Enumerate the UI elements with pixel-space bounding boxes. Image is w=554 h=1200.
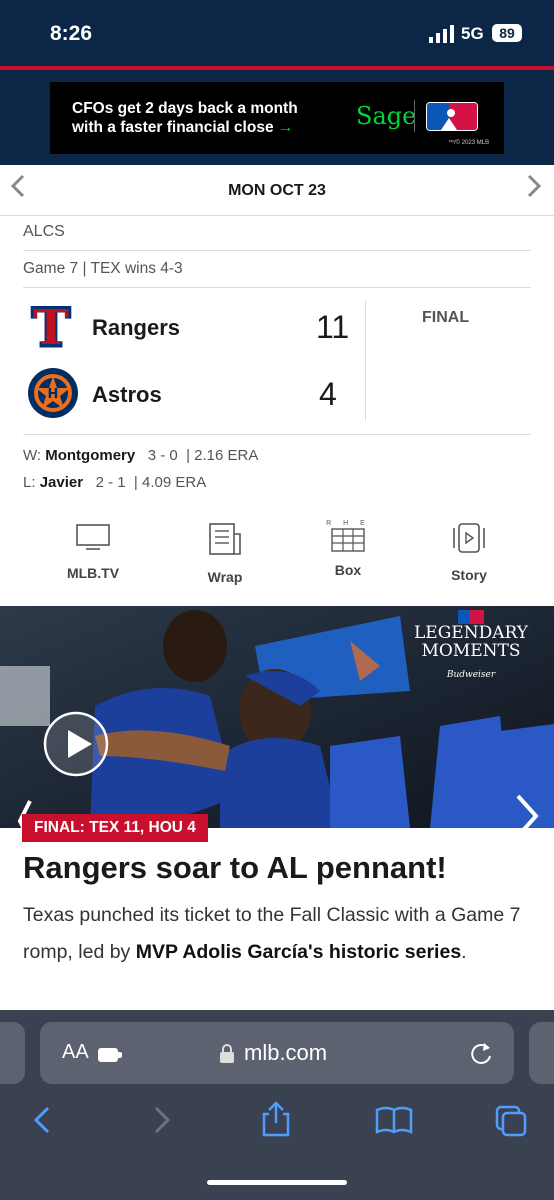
back-icon[interactable] bbox=[30, 1104, 54, 1136]
pitcher-prefix: W: bbox=[23, 447, 42, 464]
network-label: 5G bbox=[461, 24, 484, 43]
pitcher-record: 2 - 1 bbox=[95, 474, 126, 491]
share-icon[interactable] bbox=[260, 1100, 292, 1138]
tv-icon bbox=[76, 524, 110, 550]
final-score-badge: FINAL: TEX 11, HOU 4 bbox=[22, 814, 208, 842]
pitcher-name[interactable]: Javier bbox=[40, 474, 83, 491]
story-icon bbox=[453, 523, 485, 553]
box-score-icon bbox=[331, 528, 365, 552]
score-rangers: 11 bbox=[316, 309, 350, 345]
home-indicator bbox=[207, 1180, 347, 1185]
signal-icon bbox=[429, 25, 454, 43]
nav-label: Box bbox=[334, 562, 362, 578]
score-astros: 4 bbox=[319, 376, 337, 412]
pitcher-era: 2.16 ERA bbox=[194, 447, 259, 464]
extension-icon[interactable] bbox=[96, 1043, 124, 1065]
sage-logo: Sage bbox=[356, 102, 417, 130]
sponsor-logo: Budweiser bbox=[446, 670, 496, 680]
nav-label: MLB.TV bbox=[66, 565, 120, 581]
previous-tab-preview[interactable] bbox=[0, 1022, 25, 1084]
game-date: MON OCT 23 bbox=[228, 182, 326, 199]
winning-pitcher: W: Montgomery 3 - 0 | 2.16 ERA bbox=[23, 447, 259, 464]
series-label: ALCS bbox=[23, 223, 65, 240]
team-name-astros[interactable]: Astros bbox=[92, 382, 162, 408]
game-info: Game 7 | TEX wins 4-3 bbox=[23, 260, 183, 277]
box-icon-letters: R H E bbox=[326, 520, 370, 527]
divider bbox=[23, 250, 531, 251]
battery-icon: 89 bbox=[492, 24, 522, 42]
pitcher-prefix: L: bbox=[23, 474, 36, 491]
summary-text: . bbox=[461, 941, 467, 963]
pitcher-era: 4.09 ERA bbox=[142, 474, 207, 491]
ad-fineprint: ™/© 2023 MLB bbox=[448, 140, 490, 146]
status-time: 8:26 bbox=[50, 22, 93, 45]
nav-story[interactable]: Story bbox=[424, 522, 514, 583]
pitcher-record: 3 - 0 bbox=[147, 447, 178, 464]
lock-icon bbox=[220, 1044, 234, 1063]
svg-text:H: H bbox=[48, 387, 59, 402]
story-summary: Texas punched its ticket to the Fall Cla… bbox=[23, 897, 533, 971]
summary-link[interactable]: MVP Adolis García's historic series bbox=[136, 941, 461, 963]
ad-banner[interactable]: CFOs get 2 days back a month with a fast… bbox=[50, 82, 504, 154]
url-text[interactable]: mlb.com bbox=[244, 1040, 327, 1066]
nav-box[interactable]: R H E Box bbox=[303, 520, 393, 578]
divider bbox=[23, 434, 531, 435]
ad-line-1: CFOs get 2 days back a month bbox=[72, 100, 298, 117]
tabs-icon[interactable] bbox=[494, 1104, 528, 1138]
game-status: FINAL bbox=[422, 309, 470, 326]
nav-label: Wrap bbox=[207, 569, 243, 585]
story-headline[interactable]: Rangers soar to AL pennant! bbox=[23, 850, 447, 886]
ad-divider bbox=[414, 100, 415, 132]
ad-line-2: with a faster financial close bbox=[72, 119, 274, 136]
aa-label: AA bbox=[62, 1041, 89, 1063]
bookmarks-icon[interactable] bbox=[374, 1104, 414, 1136]
hero-video[interactable]: LEGENDARY MOMENTS Budweiser bbox=[0, 606, 554, 828]
mlb-logo bbox=[426, 102, 478, 131]
arrow-right-icon: → bbox=[277, 119, 294, 136]
nav-wrap[interactable]: Wrap bbox=[180, 522, 270, 585]
svg-text:T: T bbox=[33, 300, 69, 354]
nav-label: Story bbox=[451, 567, 487, 583]
vertical-divider bbox=[365, 300, 366, 421]
brand-title-line: MOMENTS bbox=[421, 641, 521, 661]
team-name-rangers[interactable]: Rangers bbox=[92, 315, 180, 341]
nav-mlbtv[interactable]: MLB.TV bbox=[48, 522, 138, 581]
divider bbox=[23, 287, 531, 288]
next-tab-preview[interactable] bbox=[529, 1022, 554, 1084]
forward-icon[interactable] bbox=[150, 1104, 174, 1136]
pitcher-name[interactable]: Montgomery bbox=[45, 447, 135, 464]
legendary-moments-brand: LEGENDARY MOMENTS Budweiser bbox=[410, 624, 532, 684]
rangers-logo: T T bbox=[27, 297, 75, 361]
ad-text: CFOs get 2 days back a month with a fast… bbox=[72, 99, 298, 137]
losing-pitcher: L: Javier 2 - 1 | 4.09 ERA bbox=[23, 474, 207, 491]
astros-logo: H bbox=[27, 367, 79, 424]
chevron-right-icon[interactable] bbox=[524, 171, 544, 208]
date-header: MON OCT 23 bbox=[0, 165, 554, 216]
brand-title-line: LEGENDARY bbox=[414, 623, 528, 643]
article-icon bbox=[209, 523, 241, 555]
reload-icon[interactable] bbox=[468, 1040, 494, 1068]
text-size-button[interactable]: AA bbox=[62, 1041, 89, 1064]
